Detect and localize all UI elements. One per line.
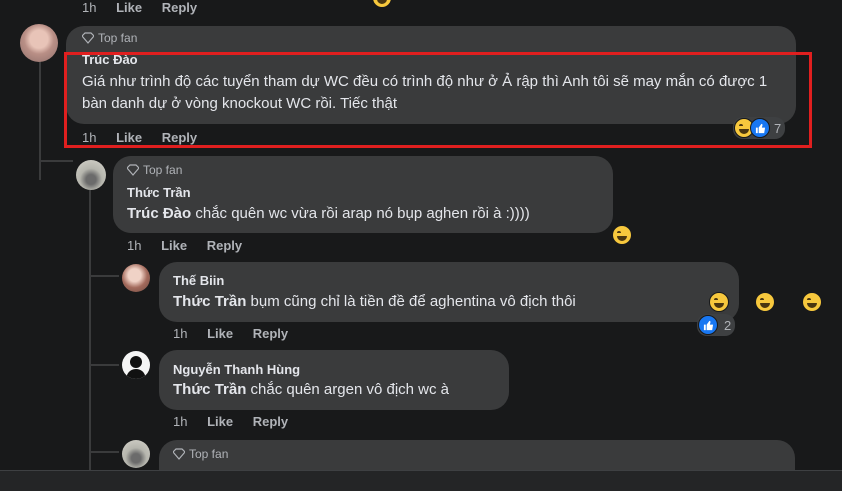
top-fan-badge: Top fan	[127, 163, 182, 177]
avatar[interactable]	[20, 24, 58, 62]
diamond-icon	[127, 164, 139, 176]
comment-actions: 1h Like Reply	[173, 326, 304, 341]
reply-link[interactable]: Reply	[253, 414, 288, 429]
avatar[interactable]	[122, 351, 150, 379]
bottom-bar	[0, 470, 842, 491]
thread-connector	[89, 364, 119, 366]
avatar[interactable]	[122, 264, 150, 292]
haha-icon	[801, 292, 822, 312]
reaction-count: 2	[724, 317, 732, 333]
haha-icon	[755, 292, 776, 312]
mention[interactable]: Thức Trần	[173, 293, 246, 310]
top-fan-badge: Top fan	[173, 447, 228, 461]
top-fan-label: Top fan	[189, 447, 229, 461]
previous-comment-actions: 1h Like Reply	[82, 0, 213, 15]
comment-time[interactable]: 1h	[127, 238, 141, 253]
comment-body: chắc quên wc vừa rồi arap nó bụp aghen r…	[191, 205, 530, 222]
thread-connector	[89, 451, 119, 453]
comment-actions: 1h Like Reply	[127, 238, 258, 253]
reply-link[interactable]: Reply	[162, 0, 197, 15]
comment-body: bụm cũng chỉ là tiền đề để aghentina vô …	[246, 293, 576, 310]
thread-connector	[39, 160, 73, 162]
thread-line	[39, 60, 41, 180]
like-reaction-icon	[698, 315, 718, 335]
comment-body: chắc quên argen vô địch wc à	[246, 381, 449, 398]
comment-time[interactable]: 1h	[173, 414, 187, 429]
avatar[interactable]	[122, 440, 150, 468]
comment-author[interactable]: Nguyễn Thanh Hùng	[173, 362, 300, 377]
like-link[interactable]: Like	[207, 326, 233, 341]
mention[interactable]: Thức Trần	[173, 381, 246, 398]
diamond-icon	[173, 448, 185, 460]
top-fan-label: Top fan	[98, 31, 138, 45]
diamond-icon	[82, 32, 94, 44]
reply-link[interactable]: Reply	[253, 326, 288, 341]
top-fan-badge: Top fan	[82, 31, 137, 45]
thread-connector	[89, 275, 119, 277]
comment-text: Trúc Đào chắc quên wc vừa rồi arap nó bụ…	[127, 203, 607, 225]
reaction-summary[interactable]: 2	[697, 314, 736, 336]
silhouette-icon	[126, 356, 146, 379]
like-link[interactable]: Like	[116, 0, 142, 15]
top-fan-label: Top fan	[143, 163, 183, 177]
haha-icon	[708, 292, 729, 312]
comment-text: Thức Trần chắc quên argen vô địch wc à	[173, 379, 503, 401]
highlight-box	[64, 52, 812, 148]
reply-link[interactable]: Reply	[207, 238, 242, 253]
comment-author[interactable]: Thức Trần	[127, 185, 191, 200]
haha-icon	[372, 0, 392, 8]
like-link[interactable]: Like	[207, 414, 233, 429]
avatar[interactable]	[76, 160, 106, 190]
haha-icon	[612, 225, 633, 245]
comment-time[interactable]: 1h	[173, 326, 187, 341]
comment-actions: 1h Like Reply	[173, 414, 304, 429]
like-link[interactable]: Like	[161, 238, 187, 253]
comment-text: Thức Trần bụm cũng chỉ là tiền đề để agh…	[173, 291, 653, 313]
comment-time[interactable]: 1h	[82, 0, 96, 15]
thread-line	[89, 190, 91, 490]
comment-author[interactable]: Thế Biin	[173, 273, 224, 288]
mention[interactable]: Trúc Đào	[127, 205, 191, 222]
